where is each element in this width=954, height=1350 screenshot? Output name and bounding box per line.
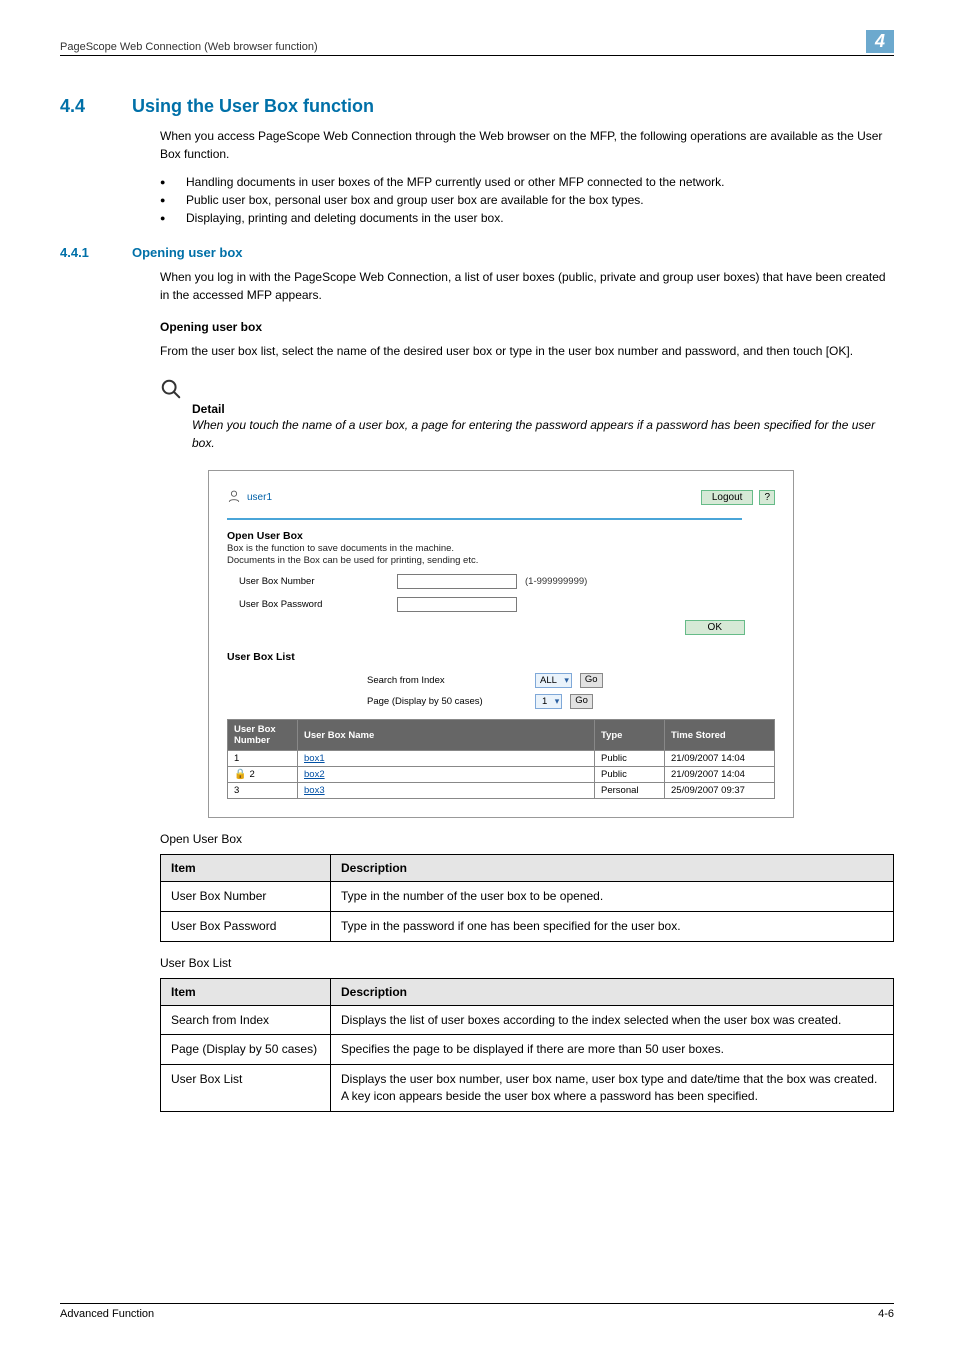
cell-desc: Displays the list of user boxes accordin…: [331, 1005, 894, 1035]
cell-desc: Type in the number of the user box to be…: [331, 882, 894, 912]
bullet-list: Handling documents in user boxes of the …: [160, 173, 894, 227]
col-item: Item: [161, 855, 331, 882]
magnifier-icon: [160, 378, 182, 400]
table-row: Search from Index Displays the list of u…: [161, 1005, 894, 1035]
lock-icon: 🔒: [234, 769, 246, 780]
open-user-box-desc1: Box is the function to save documents in…: [227, 543, 775, 554]
col-time-stored: Time Stored: [665, 720, 775, 751]
open-user-box-desc2: Documents in the Box can be used for pri…: [227, 555, 775, 566]
user-box-list-heading: User Box List: [227, 651, 775, 663]
paragraph: From the user box list, select the name …: [160, 342, 894, 360]
bullet-item: Handling documents in user boxes of the …: [160, 173, 894, 191]
box-link[interactable]: box3: [304, 785, 325, 796]
header-breadcrumb: PageScope Web Connection (Web browser fu…: [60, 41, 318, 53]
user-box-number-input[interactable]: [397, 574, 517, 589]
sub-heading: Opening user box: [160, 320, 894, 334]
help-button[interactable]: ?: [759, 490, 775, 505]
col-description: Description: [331, 978, 894, 1005]
col-type: Type: [595, 720, 665, 751]
cell-time: 21/09/2007 14:04: [665, 751, 775, 767]
cell-item: Page (Display by 50 cases): [161, 1035, 331, 1065]
index-go-button[interactable]: Go: [580, 673, 603, 688]
open-user-box-desc-table: Item Description User Box Number Type in…: [160, 854, 894, 942]
open-user-box-caption: Open User Box: [160, 832, 894, 846]
detail-text: When you touch the name of a user box, a…: [192, 416, 894, 452]
cell-item: User Box Number: [161, 882, 331, 912]
heading-4-4-title: Using the User Box function: [132, 96, 374, 116]
cell-desc: Specifies the page to be displayed if th…: [331, 1035, 894, 1065]
cell-item: User Box List: [161, 1065, 331, 1112]
page-display-label: Page (Display by 50 cases): [367, 696, 527, 707]
cell-number: 🔒2: [228, 767, 298, 783]
heading-4-4-1: 4.4.1Opening user box: [60, 245, 894, 260]
cell-number: 3: [228, 783, 298, 799]
table-row: 🔒2 box2 Public 21/09/2007 14:04: [228, 767, 775, 783]
table-row: 3 box3 Personal 25/09/2007 09:37: [228, 783, 775, 799]
embedded-ui-screenshot: user1 Logout ? Open User Box Box is the …: [208, 470, 794, 818]
page-go-button[interactable]: Go: [570, 694, 593, 709]
cell-item: User Box Password: [161, 911, 331, 941]
col-description: Description: [331, 855, 894, 882]
cell-item: Search from Index: [161, 1005, 331, 1035]
heading-4-4-number: 4.4: [60, 96, 132, 117]
footer-left: Advanced Function: [60, 1308, 154, 1320]
bullet-item: Displaying, printing and deleting docume…: [160, 209, 894, 227]
search-from-index-label: Search from Index: [367, 675, 527, 686]
cell-desc: Type in the password if one has been spe…: [331, 911, 894, 941]
section-number-badge: 4: [866, 30, 894, 53]
col-item: Item: [161, 978, 331, 1005]
user-icon: [227, 489, 241, 506]
page-select[interactable]: 1: [535, 694, 562, 709]
cell-type: Personal: [595, 783, 665, 799]
cell-desc: Displays the user box number, user box n…: [331, 1065, 894, 1112]
cell-number: 1: [228, 751, 298, 767]
user-box-list-table: User Box Number User Box Name Type Time …: [227, 719, 775, 799]
intro-paragraph: When you access PageScope Web Connection…: [160, 127, 894, 163]
box-link[interactable]: box2: [304, 769, 325, 780]
user-box-number-range: (1-999999999): [525, 576, 587, 587]
heading-4-4: 4.4Using the User Box function: [60, 96, 894, 117]
logout-button[interactable]: Logout: [701, 490, 754, 505]
bullet-item: Public user box, personal user box and g…: [160, 191, 894, 209]
box-link[interactable]: box1: [304, 753, 325, 764]
user-box-list-caption: User Box List: [160, 956, 894, 970]
table-row: 1 box1 Public 21/09/2007 14:04: [228, 751, 775, 767]
ok-button[interactable]: OK: [685, 620, 745, 635]
user-box-number-label: User Box Number: [239, 576, 389, 587]
cell-time: 25/09/2007 09:37: [665, 783, 775, 799]
paragraph: When you log in with the PageScope Web C…: [160, 268, 894, 304]
open-user-box-heading: Open User Box: [227, 530, 775, 542]
user-box-list-desc-table: Item Description Search from Index Displ…: [160, 978, 894, 1112]
col-user-box-number: User Box Number: [228, 720, 298, 751]
search-from-index-select[interactable]: ALL: [535, 673, 572, 688]
table-row: User Box Number Type in the number of th…: [161, 882, 894, 912]
cell-time: 21/09/2007 14:04: [665, 767, 775, 783]
cell-type: Public: [595, 767, 665, 783]
user-box-password-label: User Box Password: [239, 599, 389, 610]
user-box-password-input[interactable]: [397, 597, 517, 612]
cell-type: Public: [595, 751, 665, 767]
table-row: Page (Display by 50 cases) Specifies the…: [161, 1035, 894, 1065]
heading-4-4-1-title: Opening user box: [132, 245, 243, 260]
username-label: user1: [247, 492, 272, 503]
detail-label: Detail: [192, 402, 894, 416]
col-user-box-name: User Box Name: [298, 720, 595, 751]
footer-right: 4-6: [878, 1308, 894, 1320]
heading-4-4-1-number: 4.4.1: [60, 245, 132, 260]
table-row: User Box Password Type in the password i…: [161, 911, 894, 941]
table-row: User Box List Displays the user box numb…: [161, 1065, 894, 1112]
